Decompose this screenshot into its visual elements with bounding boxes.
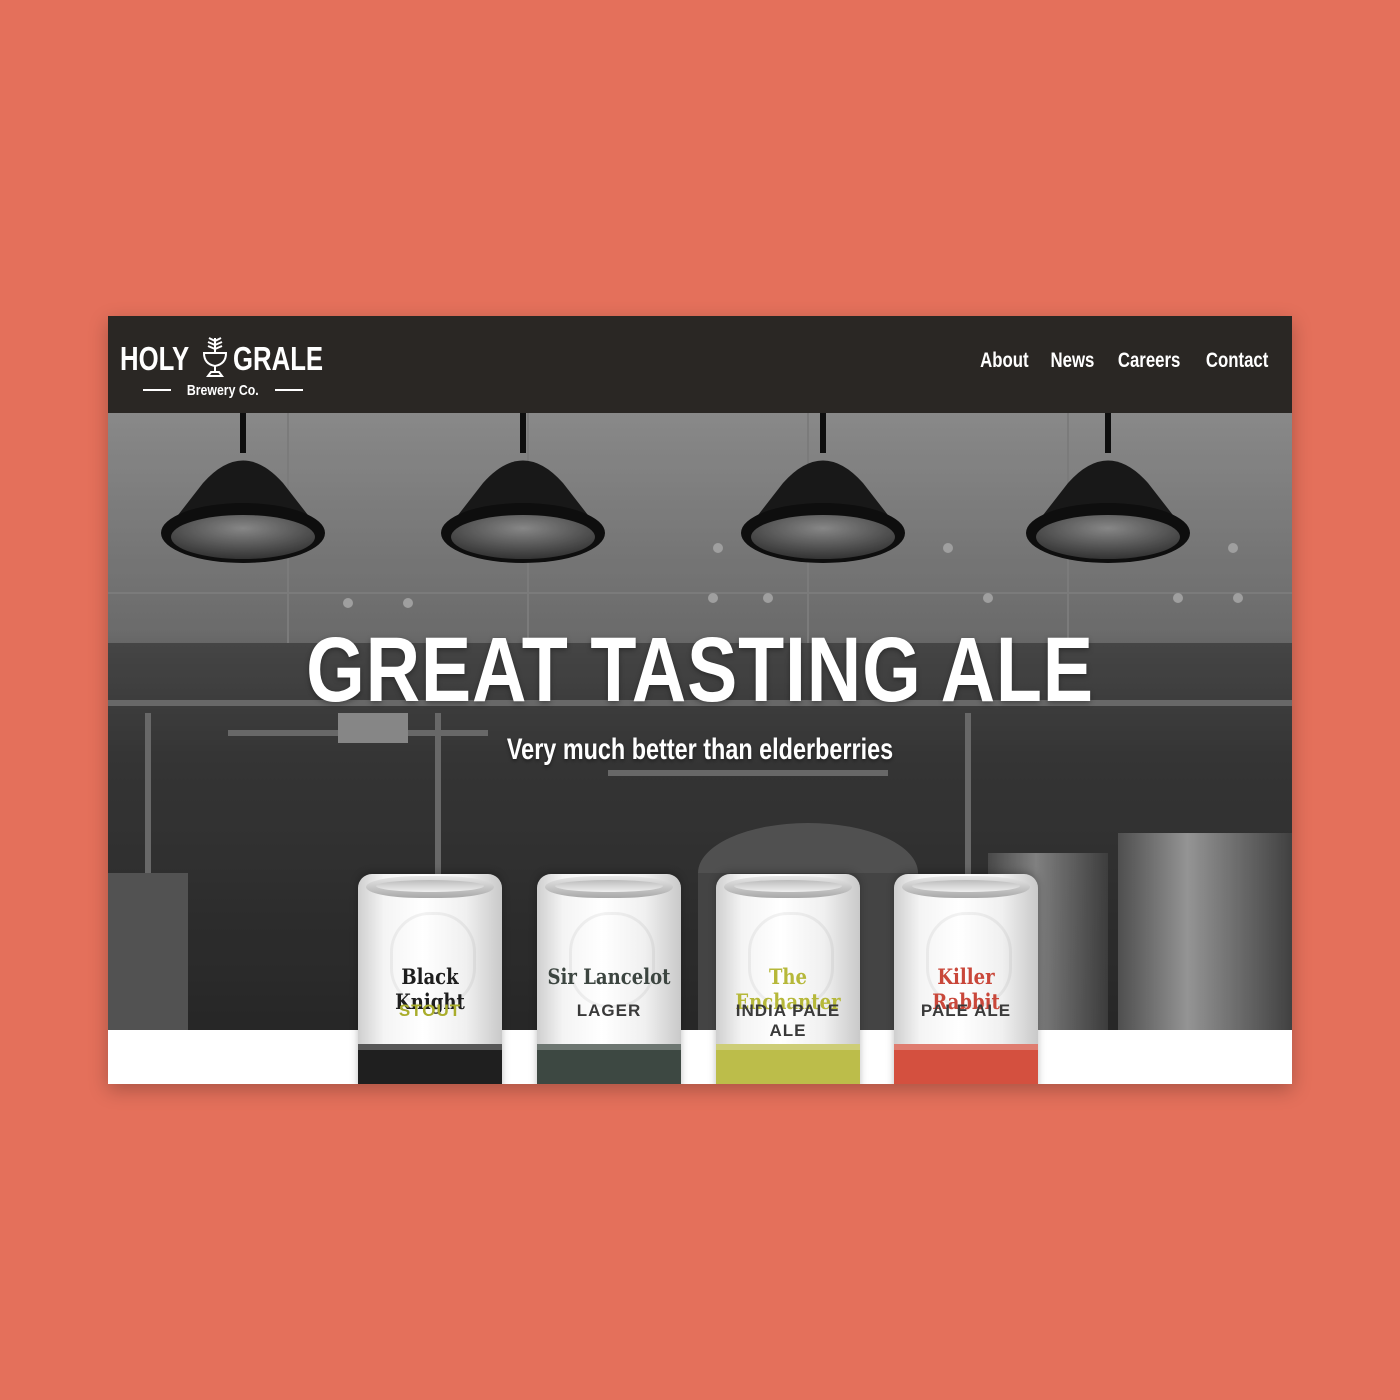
logo-word-right: GRALE xyxy=(233,340,324,377)
logo-subtitle-row: Brewery Co. xyxy=(120,380,326,400)
can-lid xyxy=(724,876,852,898)
grail-icon xyxy=(202,337,228,377)
hero-section: GREAT TASTING ALE Very much better than … xyxy=(108,413,1292,1030)
can-color-band xyxy=(894,1044,1038,1084)
logo-divider xyxy=(143,389,172,391)
logo-divider xyxy=(274,389,303,391)
product-type: PALE ALE xyxy=(920,1001,1012,1020)
site-header: HOLY GRALE Brewery Co. About News Career… xyxy=(108,316,1292,413)
main-nav: About News Careers Contact xyxy=(980,349,1269,373)
product-name: Sir Lancelot xyxy=(547,964,671,989)
product-can-sir-lancelot[interactable]: Sir Lancelot LAGER xyxy=(537,874,681,1084)
can-color-band xyxy=(716,1044,860,1084)
product-type: LAGER xyxy=(576,1001,642,1020)
nav-news[interactable]: News xyxy=(1050,349,1094,373)
product-can-the-enchanter[interactable]: The Enchanter INDIA PALE ALE xyxy=(716,874,860,1084)
can-lid xyxy=(366,876,494,898)
can-lid xyxy=(545,876,673,898)
nav-about[interactable]: About xyxy=(980,349,1029,373)
product-type: STOUT xyxy=(398,1001,462,1020)
hero-title: GREAT TASTING ALE xyxy=(306,619,1094,721)
can-color-band xyxy=(537,1044,681,1084)
website-screenshot: HOLY GRALE Brewery Co. About News Career… xyxy=(108,316,1292,1084)
can-emblem xyxy=(569,912,655,1008)
can-lid xyxy=(902,876,1030,898)
logo-subtitle: Brewery Co. xyxy=(187,381,259,399)
product-type: INDIA PALE ALE xyxy=(735,1001,841,1040)
can-color-band xyxy=(358,1044,502,1084)
product-can-killer-rabbit[interactable]: Killer Rabbit PALE ALE xyxy=(894,874,1038,1084)
nav-contact[interactable]: Contact xyxy=(1206,349,1269,373)
hero-subtitle: Very much better than elderberries xyxy=(506,733,894,766)
product-can-black-knight[interactable]: Black Knight STOUT xyxy=(358,874,502,1084)
nav-careers[interactable]: Careers xyxy=(1117,349,1180,373)
brand-logo[interactable]: HOLY GRALE Brewery Co. xyxy=(120,336,330,400)
logo-word-left: HOLY xyxy=(120,340,190,377)
